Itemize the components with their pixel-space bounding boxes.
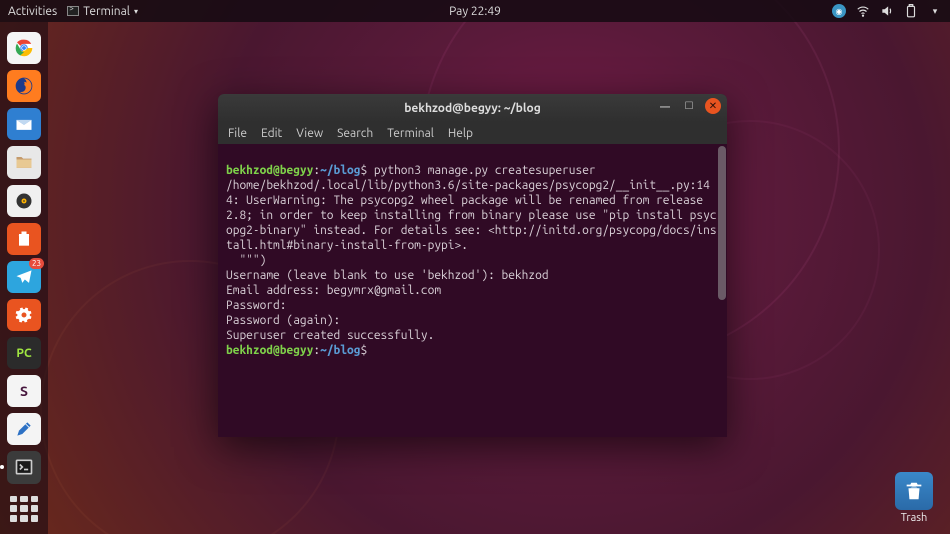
dock-item-telegram[interactable]: 23 xyxy=(7,261,41,293)
app-indicator-label: Terminal xyxy=(83,5,130,18)
window-title: bekhzod@begyy: ~/blog xyxy=(404,102,541,115)
terminal-command: python3 manage.py createsuperuser xyxy=(374,164,596,177)
prompt-path: ~/blog xyxy=(320,344,360,357)
dock-item-slack[interactable]: S xyxy=(7,375,41,407)
chevron-down-icon[interactable]: ▾ xyxy=(928,4,942,18)
activities-button[interactable]: Activities xyxy=(8,5,57,18)
trash[interactable]: Trash xyxy=(892,472,936,524)
menu-help[interactable]: Help xyxy=(448,127,473,140)
terminal-output-success: Superuser created successfully. xyxy=(226,329,434,342)
prompt-userhost: bekhzod@begyy xyxy=(226,164,313,177)
terminal-output-password-again: Password (again): xyxy=(226,314,340,327)
dock-item-rhythmbox[interactable] xyxy=(7,185,41,217)
menu-search[interactable]: Search xyxy=(337,127,373,140)
terminal-output: """) xyxy=(226,254,266,267)
terminal-menubar: File Edit View Search Terminal Help xyxy=(218,122,727,144)
terminal-output-warning: /home/bekhzod/.local/lib/python3.6/site-… xyxy=(226,179,717,252)
dock-item-thunderbird[interactable] xyxy=(7,108,41,140)
menu-edit[interactable]: Edit xyxy=(261,127,282,140)
window-close-button[interactable]: ✕ xyxy=(705,98,721,114)
terminal-scrollbar[interactable] xyxy=(718,146,726,300)
window-minimize-button[interactable]: — xyxy=(657,98,673,114)
window-maximize-button[interactable]: ☐ xyxy=(681,98,697,114)
show-applications-button[interactable] xyxy=(10,496,38,522)
terminal-output-password: Password: xyxy=(226,299,286,312)
wifi-icon[interactable] xyxy=(856,4,870,18)
dock-item-software[interactable] xyxy=(7,223,41,255)
prompt-path: ~/blog xyxy=(320,164,360,177)
dock: 23 PC S xyxy=(0,22,48,534)
trash-icon xyxy=(895,472,933,510)
terminal-output-email: Email address: begymrx@gmail.com xyxy=(226,284,441,297)
dock-item-pycharm[interactable]: PC xyxy=(7,337,41,369)
dock-badge: 23 xyxy=(29,258,44,269)
menu-terminal[interactable]: Terminal xyxy=(387,127,434,140)
menu-view[interactable]: View xyxy=(296,127,323,140)
dock-item-files[interactable] xyxy=(7,146,41,178)
clock[interactable]: Pay 22:49 xyxy=(449,5,501,18)
menu-file[interactable]: File xyxy=(228,127,247,140)
dock-item-chrome[interactable] xyxy=(7,32,41,64)
top-bar: Activities Terminal ▾ Pay 22:49 ◉ ▾ xyxy=(0,0,950,22)
window-titlebar[interactable]: bekhzod@begyy: ~/blog — ☐ ✕ xyxy=(218,94,727,122)
terminal-output-username: Username (leave blank to use 'bekhzod'):… xyxy=(226,269,549,282)
dock-item-terminal[interactable] xyxy=(7,451,41,483)
volume-icon[interactable] xyxy=(880,4,894,18)
chevron-down-icon: ▾ xyxy=(134,7,138,16)
prompt-userhost: bekhzod@begyy xyxy=(226,344,313,357)
terminal-mini-icon xyxy=(67,6,79,16)
app-indicator-terminal[interactable]: Terminal ▾ xyxy=(67,5,138,18)
terminal-window: bekhzod@begyy: ~/blog — ☐ ✕ File Edit View… xyxy=(218,94,727,437)
accessibility-icon[interactable]: ◉ xyxy=(832,4,846,18)
terminal-body[interactable]: bekhzod@begyy:~/blog$ python3 manage.py … xyxy=(218,144,727,437)
dock-item-settings[interactable] xyxy=(7,299,41,331)
battery-icon[interactable] xyxy=(904,4,918,18)
trash-label: Trash xyxy=(901,512,928,524)
dock-item-text-editor[interactable] xyxy=(7,413,41,445)
dock-item-firefox[interactable] xyxy=(7,70,41,102)
